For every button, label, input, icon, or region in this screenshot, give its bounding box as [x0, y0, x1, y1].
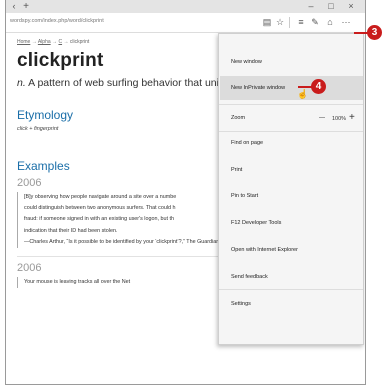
- more-icon[interactable]: ···: [339, 16, 353, 29]
- menu-item-send-feedback[interactable]: Send feedback: [231, 274, 268, 280]
- menu-item-settings[interactable]: Settings: [231, 301, 251, 307]
- favorite-star-icon[interactable]: ☆: [274, 16, 286, 29]
- share-icon[interactable]: ⌂: [324, 16, 336, 29]
- menu-item-print[interactable]: Print: [231, 167, 242, 173]
- menu-item-open-with-ie[interactable]: Open with Internet Explorer: [231, 247, 298, 253]
- mouse-cursor-icon: ☝: [297, 89, 309, 99]
- minimize-icon[interactable]: –: [302, 0, 320, 13]
- menu-separator: [219, 104, 363, 105]
- plus-icon[interactable]: +: [20, 0, 32, 13]
- hub-icon[interactable]: ≡: [295, 16, 307, 29]
- menu-item-find-on-page[interactable]: Find on page: [231, 140, 263, 146]
- menu-item-new-inprivate-window[interactable]: New InPrivate window: [231, 85, 285, 91]
- menu-item-pin-to-start[interactable]: Pin to Start: [231, 193, 258, 199]
- breadcrumb-current: clickprint: [69, 39, 90, 45]
- address-bar: wordspy.com/index.php/word/clickprint ▤ …: [6, 13, 365, 33]
- tab-list-icon[interactable]: ‹: [8, 0, 20, 13]
- etymology-text: click + fingerprint: [17, 126, 59, 132]
- zoom-out-button[interactable]: —: [319, 115, 325, 121]
- breadcrumb: Home → Alpha → C → clickprint: [17, 39, 89, 45]
- etymology-heading: Etymology: [17, 108, 74, 122]
- zoom-level: 100%: [332, 116, 347, 122]
- more-actions-menu: New window New InPrivate window ☝ Zoom —…: [218, 33, 364, 345]
- toolbar-divider: [289, 17, 290, 28]
- callout-3-badge: 3: [367, 25, 382, 40]
- page-title: clickprint: [17, 50, 104, 71]
- example-year-1: 2006: [17, 177, 42, 189]
- callout-4-badge: 4: [311, 79, 326, 94]
- breadcrumb-letter[interactable]: C: [58, 39, 62, 45]
- url-field[interactable]: wordspy.com/index.php/word/clickprint: [10, 18, 104, 24]
- part-of-speech: n.: [17, 77, 26, 89]
- menu-item-new-window[interactable]: New window: [231, 59, 262, 65]
- example-year-2: 2006: [17, 262, 42, 274]
- web-note-icon[interactable]: ✎: [309, 16, 321, 29]
- menu-item-f12-developer-tools[interactable]: F12 Developer Tools: [231, 220, 281, 226]
- callout-4-arrow: [298, 86, 312, 88]
- zoom-in-button[interactable]: +: [349, 112, 355, 123]
- title-bar: ‹ + – □ ×: [6, 0, 365, 13]
- callout-3-arrow: [354, 32, 368, 34]
- menu-item-zoom: Zoom: [231, 115, 246, 121]
- breadcrumb-home[interactable]: Home: [17, 39, 30, 45]
- examples-heading: Examples: [17, 159, 70, 173]
- browser-window: ‹ + – □ × wordspy.com/index.php/word/cli…: [5, 0, 366, 385]
- reading-view-icon[interactable]: ▤: [261, 16, 273, 29]
- close-icon[interactable]: ×: [342, 0, 360, 13]
- breadcrumb-alpha[interactable]: Alpha: [38, 39, 51, 45]
- menu-separator: [219, 131, 363, 132]
- restore-icon[interactable]: □: [322, 0, 340, 13]
- menu-separator: [219, 289, 363, 290]
